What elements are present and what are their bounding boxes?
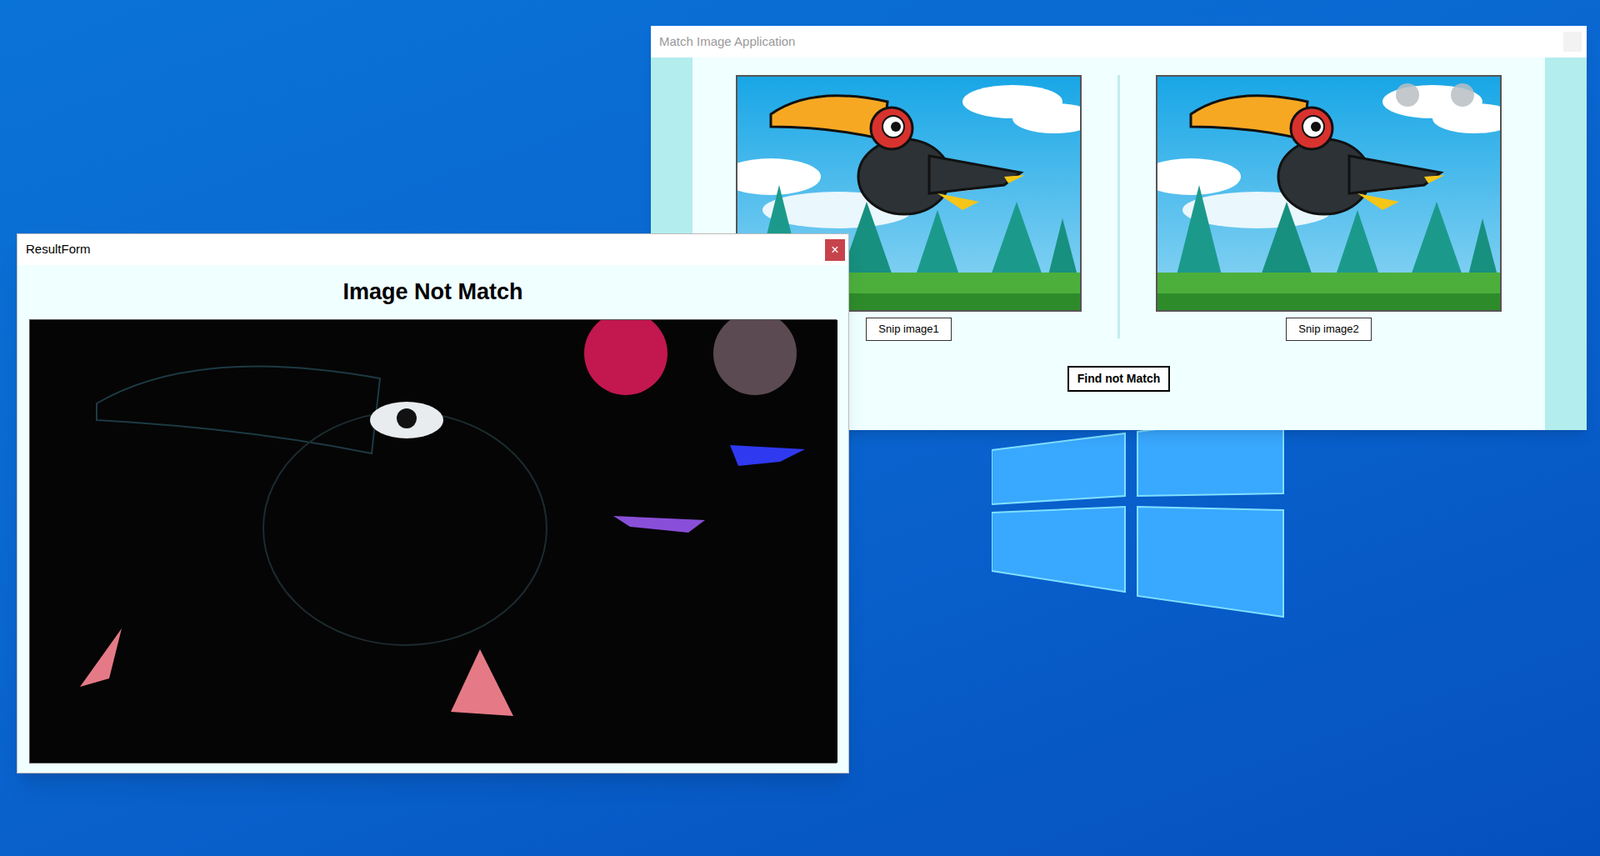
snip-button[interactable]: Snip image1	[865, 317, 951, 341]
window-title: Match Image Application	[659, 32, 795, 52]
title-bar: Match Image Application	[650, 25, 1587, 58]
find-button[interactable]: Find not Match	[1067, 365, 1171, 392]
difference-picture	[30, 320, 838, 763]
close-button[interactable]	[1563, 31, 1582, 52]
title-bar: ResultForm ×	[17, 234, 849, 265]
window-title: ResultForm	[25, 240, 91, 260]
snip-button[interactable]: Snip image2	[1285, 317, 1371, 341]
result-image	[29, 319, 837, 764]
close-button[interactable]: ×	[825, 239, 845, 261]
divider	[1117, 75, 1120, 339]
image-box	[1155, 75, 1502, 312]
side-bar	[1545, 57, 1587, 430]
desktop: Match Image ApplicationSnip image1Snip i…	[0, 0, 1600, 856]
result-window: ResultForm × Image Not Match	[16, 233, 850, 774]
image-row: Snip image1 Snip image2	[735, 75, 1502, 341]
result-heading: Image Not Match	[17, 265, 849, 320]
toucan-picture	[1157, 76, 1500, 310]
image-panel: Snip image2	[1155, 75, 1502, 341]
